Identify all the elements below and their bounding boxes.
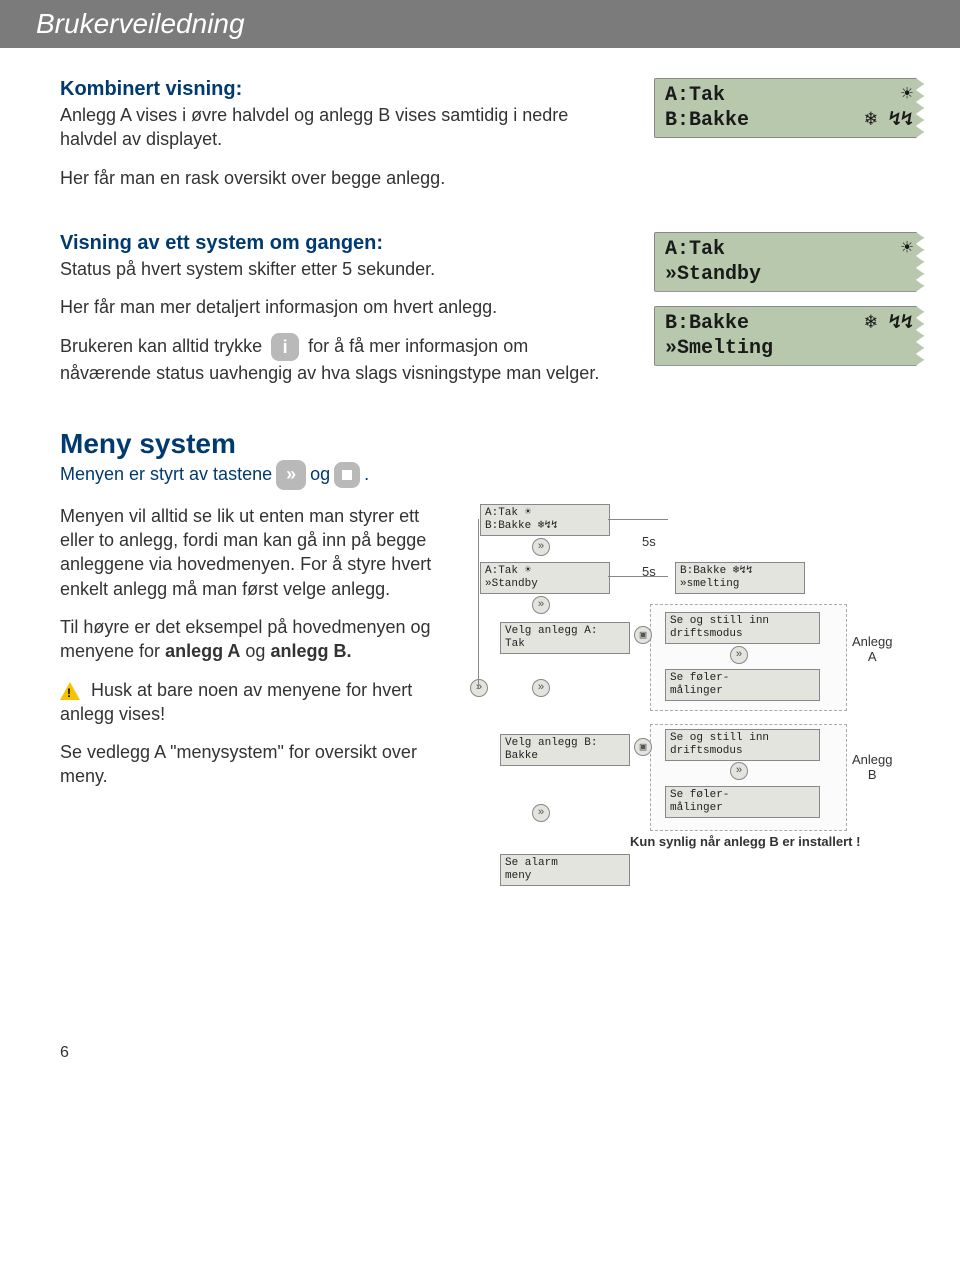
disp1-a-sym: ☀ <box>901 83 913 108</box>
stop-icon <box>334 462 360 488</box>
nav-icon: » <box>470 679 488 697</box>
n2-l2: »Standby <box>485 578 605 591</box>
meny-intro-og: og <box>310 464 330 485</box>
n2-l1: A:Tak ☀ <box>485 565 605 578</box>
display-combined: A:Tak ☀ B:Bakke ❄ ↯↯ <box>654 78 924 138</box>
meny-p3: Se vedlegg A "menysystem" for oversikt o… <box>60 740 440 789</box>
n5-l2: driftsmodus <box>670 628 815 641</box>
meny-warn: Husk at bare noen av menyene for hvert a… <box>60 678 440 727</box>
diagram-node-a-drift: Se og still inn driftsmodus <box>665 612 820 644</box>
meny-p2: Til høyre er det eksempel på hovedmenyen… <box>60 615 440 664</box>
n4-l2: Tak <box>505 638 625 651</box>
page-number: 6 <box>60 1044 924 1062</box>
meny-intro-a: Menyen er styrt av tastene <box>60 464 272 485</box>
n9-l1: Se føler- <box>670 789 815 802</box>
section1-p1: Anlegg A vises i øvre halvdel og anlegg … <box>60 103 624 152</box>
n5-l1: Se og still inn <box>670 615 815 628</box>
diagram-node-b-foler: Se føler- målinger <box>665 786 820 818</box>
diagram-node-combined: A:Tak ☀ B:Bakke ❄↯↯ <box>480 504 610 536</box>
diagram-node-a-standby: A:Tak ☀ »Standby <box>480 562 610 594</box>
n9-l2: målinger <box>670 802 815 815</box>
diagram-footer: Kun synlig når anlegg B er installert ! <box>630 834 860 849</box>
display-b-smelting: B:Bakke ❄ ↯↯ »Smelting <box>654 306 924 366</box>
diagram-line <box>478 519 479 689</box>
nav-icon: » <box>532 596 550 614</box>
display-a-standby: A:Tak ☀ »Standby <box>654 232 924 292</box>
disp3-b-sym: ❄ ↯↯ <box>865 311 913 336</box>
n7-l2: Bakke <box>505 750 625 763</box>
5s-label-1: 5s <box>642 534 656 549</box>
meny-intro-dot: . <box>364 464 369 485</box>
section2-p2: Her får man mer detaljert informasjon om… <box>60 295 624 319</box>
diagram-line <box>608 519 668 520</box>
disp1-a-label: A:Tak <box>665 83 725 108</box>
section2-title: Visning av ett system om gangen: <box>60 232 624 255</box>
diagram-line <box>608 576 668 577</box>
enter-icon: ▣ <box>634 626 652 644</box>
nav-icon: » <box>532 679 550 697</box>
n7-l1: Velg anlegg B: <box>505 737 625 750</box>
disp1-b-label: B:Bakke <box>665 108 749 133</box>
n10-l2: meny <box>505 870 625 883</box>
disp2-a-label: A:Tak <box>665 237 725 262</box>
meny-intro: Menyen er styrt av tastene » og . <box>60 460 924 490</box>
meny-p2-b: anlegg A <box>165 641 240 661</box>
n4-l1: Velg anlegg A: <box>505 625 625 638</box>
menu-diagram: A:Tak ☀ B:Bakke ❄↯↯ » 5s 5s A:Tak ☀ »Sta… <box>470 504 900 904</box>
n1-l1: A:Tak ☀ <box>485 507 605 520</box>
info-icon: i <box>271 333 299 361</box>
n10-l1: Se alarm <box>505 857 625 870</box>
disp2-a-status: »Standby <box>665 262 761 287</box>
n8-l1: Se og still inn <box>670 732 815 745</box>
n3-l1: B:Bakke ❄↯↯ <box>680 565 800 578</box>
nav-icon: » <box>730 762 748 780</box>
section1-p2: Her får man en rask oversikt over begge … <box>60 166 624 190</box>
diagram-node-a-foler: Se føler- målinger <box>665 669 820 701</box>
section2-p3: Brukeren kan alltid trykke i for å få me… <box>60 333 624 385</box>
next-icon: » <box>276 460 306 490</box>
meny-p2-d: anlegg B. <box>270 641 351 661</box>
anlegg-a-label: Anlegg A <box>852 634 892 664</box>
disp3-b-status: »Smelting <box>665 336 773 361</box>
warning-icon <box>60 682 80 700</box>
meny-warn-text: Husk at bare noen av menyene for hvert a… <box>60 680 412 724</box>
nav-icon: » <box>532 538 550 556</box>
n1-l2: B:Bakke ❄↯↯ <box>485 520 605 533</box>
section2-p3-a: Brukeren kan alltid trykke <box>60 336 262 356</box>
meny-p2-c: og <box>240 641 270 661</box>
diagram-node-b-smelting: B:Bakke ❄↯↯ »smelting <box>675 562 805 594</box>
n6-l1: Se føler- <box>670 672 815 685</box>
disp3-b-label: B:Bakke <box>665 311 749 336</box>
n8-l2: driftsmodus <box>670 745 815 758</box>
diagram-node-velg-a: Velg anlegg A: Tak <box>500 622 630 654</box>
enter-icon: ▣ <box>634 738 652 756</box>
n3-l2: »smelting <box>680 578 800 591</box>
section1-title: Kombinert visning: <box>60 78 624 101</box>
meny-title: Meny system <box>60 428 924 460</box>
diagram-node-velg-b: Velg anlegg B: Bakke <box>500 734 630 766</box>
diagram-node-alarm: Se alarm meny <box>500 854 630 886</box>
diagram-node-b-drift: Se og still inn driftsmodus <box>665 729 820 761</box>
anlegg-b-label: Anlegg B <box>852 752 892 782</box>
disp1-b-sym: ❄ ↯↯ <box>865 108 913 133</box>
nav-icon: » <box>730 646 748 664</box>
meny-p1: Menyen vil alltid se lik ut enten man st… <box>60 504 440 601</box>
n6-l2: målinger <box>670 685 815 698</box>
nav-icon: » <box>532 804 550 822</box>
page-header: Brukerveiledning <box>0 0 960 48</box>
section2-p1: Status på hvert system skifter etter 5 s… <box>60 257 624 281</box>
disp2-a-sym: ☀ <box>901 237 913 262</box>
